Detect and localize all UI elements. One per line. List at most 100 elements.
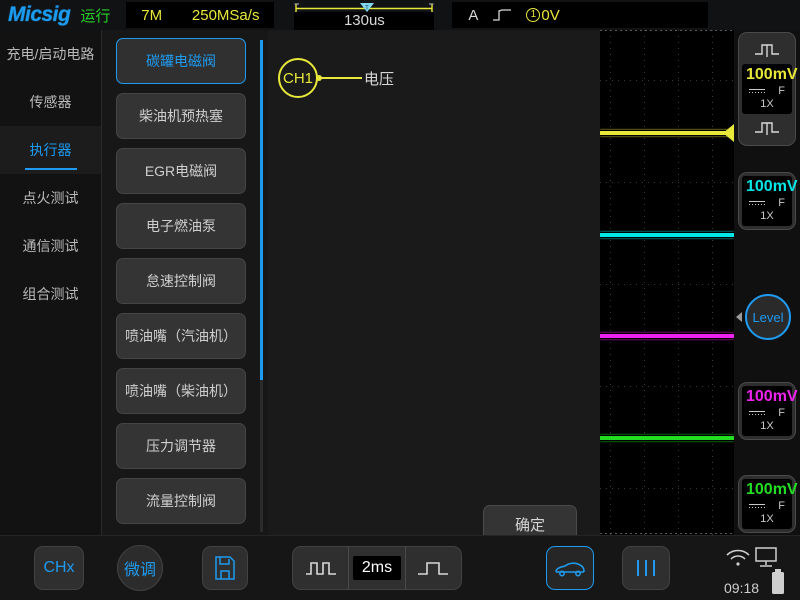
menu-button[interactable] [622, 546, 670, 590]
sidebar-item-comm-test[interactable]: 通信测试 [0, 222, 101, 270]
grid-line-horizontal [600, 488, 734, 489]
channel-ch1-down-button[interactable] [742, 114, 792, 142]
grid-line-vertical [678, 30, 679, 535]
grid-line-horizontal [600, 30, 734, 31]
waveform-display[interactable] [600, 30, 734, 535]
list-item-label: 压力调节器 [146, 438, 216, 454]
list-item-carbon-canister-valve[interactable]: 碳罐电磁阀 [116, 38, 246, 84]
list-item-label: 电子燃油泵 [146, 218, 216, 234]
bottom-toolbar: CHx 微调 2ms 09:18 [0, 535, 800, 600]
brand-logo: Micsig [8, 3, 71, 26]
channel-card-ch1[interactable]: 100mV F 1X [738, 32, 798, 146]
measurement-label: 电压 [364, 70, 395, 88]
list-item-label: 流量控制阀 [146, 493, 216, 509]
list-item-egr-valve[interactable]: EGR电磁阀 [116, 148, 246, 194]
list-item-idle-control-valve[interactable]: 怠速控制阀 [116, 258, 246, 304]
rising-edge-icon [493, 9, 512, 21]
chx-button[interactable]: CHx [34, 546, 84, 590]
pulse-down-icon [755, 122, 779, 135]
grid-line-vertical [610, 30, 611, 535]
channel-card-ch4[interactable]: 100mV F 1X [738, 475, 798, 533]
fine-adjust-label: 微调 [123, 562, 156, 579]
save-file-icon [215, 556, 235, 580]
sidebar-item-label: 传感器 [29, 94, 72, 110]
list-item-label: 柴油机预热塞 [139, 108, 223, 124]
wifi-icon[interactable] [724, 548, 752, 568]
list-item-flow-control-valve[interactable]: 流量控制阀 [116, 478, 246, 524]
list-item-label: 喷油嘴（柴油机） [125, 383, 237, 399]
channel-ch4-probe: 1X [760, 513, 774, 525]
sidebar-item-charging[interactable]: 充电/启动电路 [0, 30, 101, 78]
oscilloscope-screen: Micsig 运行 7M 250MSa/s T 130us A 1 0V 充电/… [0, 0, 800, 600]
channel-card-ch3[interactable]: 100mV F 1X [738, 382, 798, 440]
channel-ch2-scale: 100mV [746, 178, 798, 195]
channel-ch1-bandwidth: F [778, 85, 785, 97]
battery-icon[interactable] [770, 568, 786, 596]
grid-line-horizontal [600, 533, 734, 534]
timebase-value-cell[interactable]: 2ms [349, 547, 404, 589]
waveform-trace-ch3 [600, 333, 734, 339]
trigger-level-knob[interactable]: Level [745, 294, 791, 340]
dc-coupling-icon [749, 201, 765, 205]
trigger-level-value: 0V [541, 6, 560, 24]
channel-ch2-probe: 1X [760, 210, 774, 222]
list-item-electric-fuel-pump[interactable]: 电子燃油泵 [116, 203, 246, 249]
acquisition-info[interactable]: 7M 250MSa/s [126, 2, 275, 28]
sidebar-item-ignition-test[interactable]: 点火测试 [0, 174, 101, 222]
channel-ch2-readout: 100mV F 1X [742, 176, 798, 226]
car-icon [555, 562, 585, 577]
channel-card-ch2[interactable]: 100mV F 1X [738, 172, 798, 230]
sidebar-item-combo-test[interactable]: 组合测试 [0, 270, 101, 318]
channel-ch1-up-button[interactable] [742, 36, 792, 64]
list-item-label: 喷油嘴（汽油机） [125, 328, 237, 344]
sidebar-item-sensors[interactable]: 传感器 [0, 78, 101, 126]
timebase-position-indicator[interactable]: T 130us [294, 0, 435, 30]
list-item-pressure-regulator[interactable]: 压力调节器 [116, 423, 246, 469]
channel-ch4-scale: 100mV [746, 481, 798, 498]
run-state-indicator[interactable]: 运行 [80, 5, 110, 26]
list-item-injector-diesel[interactable]: 喷油嘴（柴油机） [116, 368, 246, 414]
list-scrollbar-thumb[interactable] [260, 40, 263, 380]
trigger-channel-badge: 1 [526, 8, 541, 22]
channel-node-circle[interactable]: CH1 [278, 58, 318, 98]
monitor-icon[interactable] [754, 546, 778, 570]
channel-rail: 100mV F 1X 100mV F 1X Level 100mV F 1X 1… [734, 30, 800, 535]
sidebar-item-label: 点火测试 [22, 190, 79, 206]
pulse-train-icon [305, 562, 336, 575]
grid-line-horizontal [600, 386, 734, 387]
channel-ch4-bandwidth: F [778, 500, 785, 512]
channel-ch1-probe: 1X [760, 98, 774, 110]
three-bars-icon [637, 560, 655, 576]
grid-line-vertical [712, 30, 713, 535]
channel-ch2-bandwidth: F [778, 197, 785, 209]
pulse-up-icon [755, 44, 779, 57]
channel-ch4-meta: F [746, 499, 788, 513]
auto-mode-button[interactable] [546, 546, 594, 590]
timebase-value: 2ms [352, 556, 402, 580]
save-button[interactable] [202, 546, 248, 590]
actuator-list: 碳罐电磁阀 柴油机预热塞 EGR电磁阀 电子燃油泵 怠速控制阀 喷油嘴（汽油机）… [102, 38, 254, 533]
list-item-injector-gasoline[interactable]: 喷油嘴（汽油机） [116, 313, 246, 359]
grid-line-horizontal [600, 182, 734, 183]
list-item-diesel-glow-plug[interactable]: 柴油机预热塞 [116, 93, 246, 139]
channel-offset-marker-ch1[interactable] [723, 124, 734, 142]
timebase-increase-button[interactable] [406, 547, 461, 589]
single-pulse-icon [418, 562, 449, 575]
channel-ch4-readout: 100mV F 1X [742, 479, 798, 529]
sidebar-item-actuators[interactable]: 执行器 [0, 126, 101, 174]
waveform-trace-ch2 [600, 232, 734, 238]
channel-ch2-meta: F [746, 196, 788, 210]
channel-ch3-readout: 100mV F 1X [742, 386, 798, 436]
timebase-decrease-button[interactable] [293, 547, 348, 589]
channel-ch1-scale: 100mV [746, 66, 798, 83]
list-item-label: 怠速控制阀 [146, 273, 216, 289]
level-pointer-icon [736, 312, 742, 322]
memory-depth-value: 7M [141, 6, 163, 24]
dc-coupling-icon [749, 411, 765, 415]
channel-ch3-probe: 1X [760, 420, 774, 432]
connection-diagram-panel: CH1 电压 确定 [268, 30, 600, 543]
category-sidebar: 充电/启动电路 传感器 执行器 点火测试 通信测试 组合测试 [0, 30, 102, 535]
fine-adjust-button[interactable]: 微调 [117, 545, 163, 591]
list-item-label: 碳罐电磁阀 [146, 53, 216, 69]
trigger-info[interactable]: A 1 0V [452, 2, 709, 28]
